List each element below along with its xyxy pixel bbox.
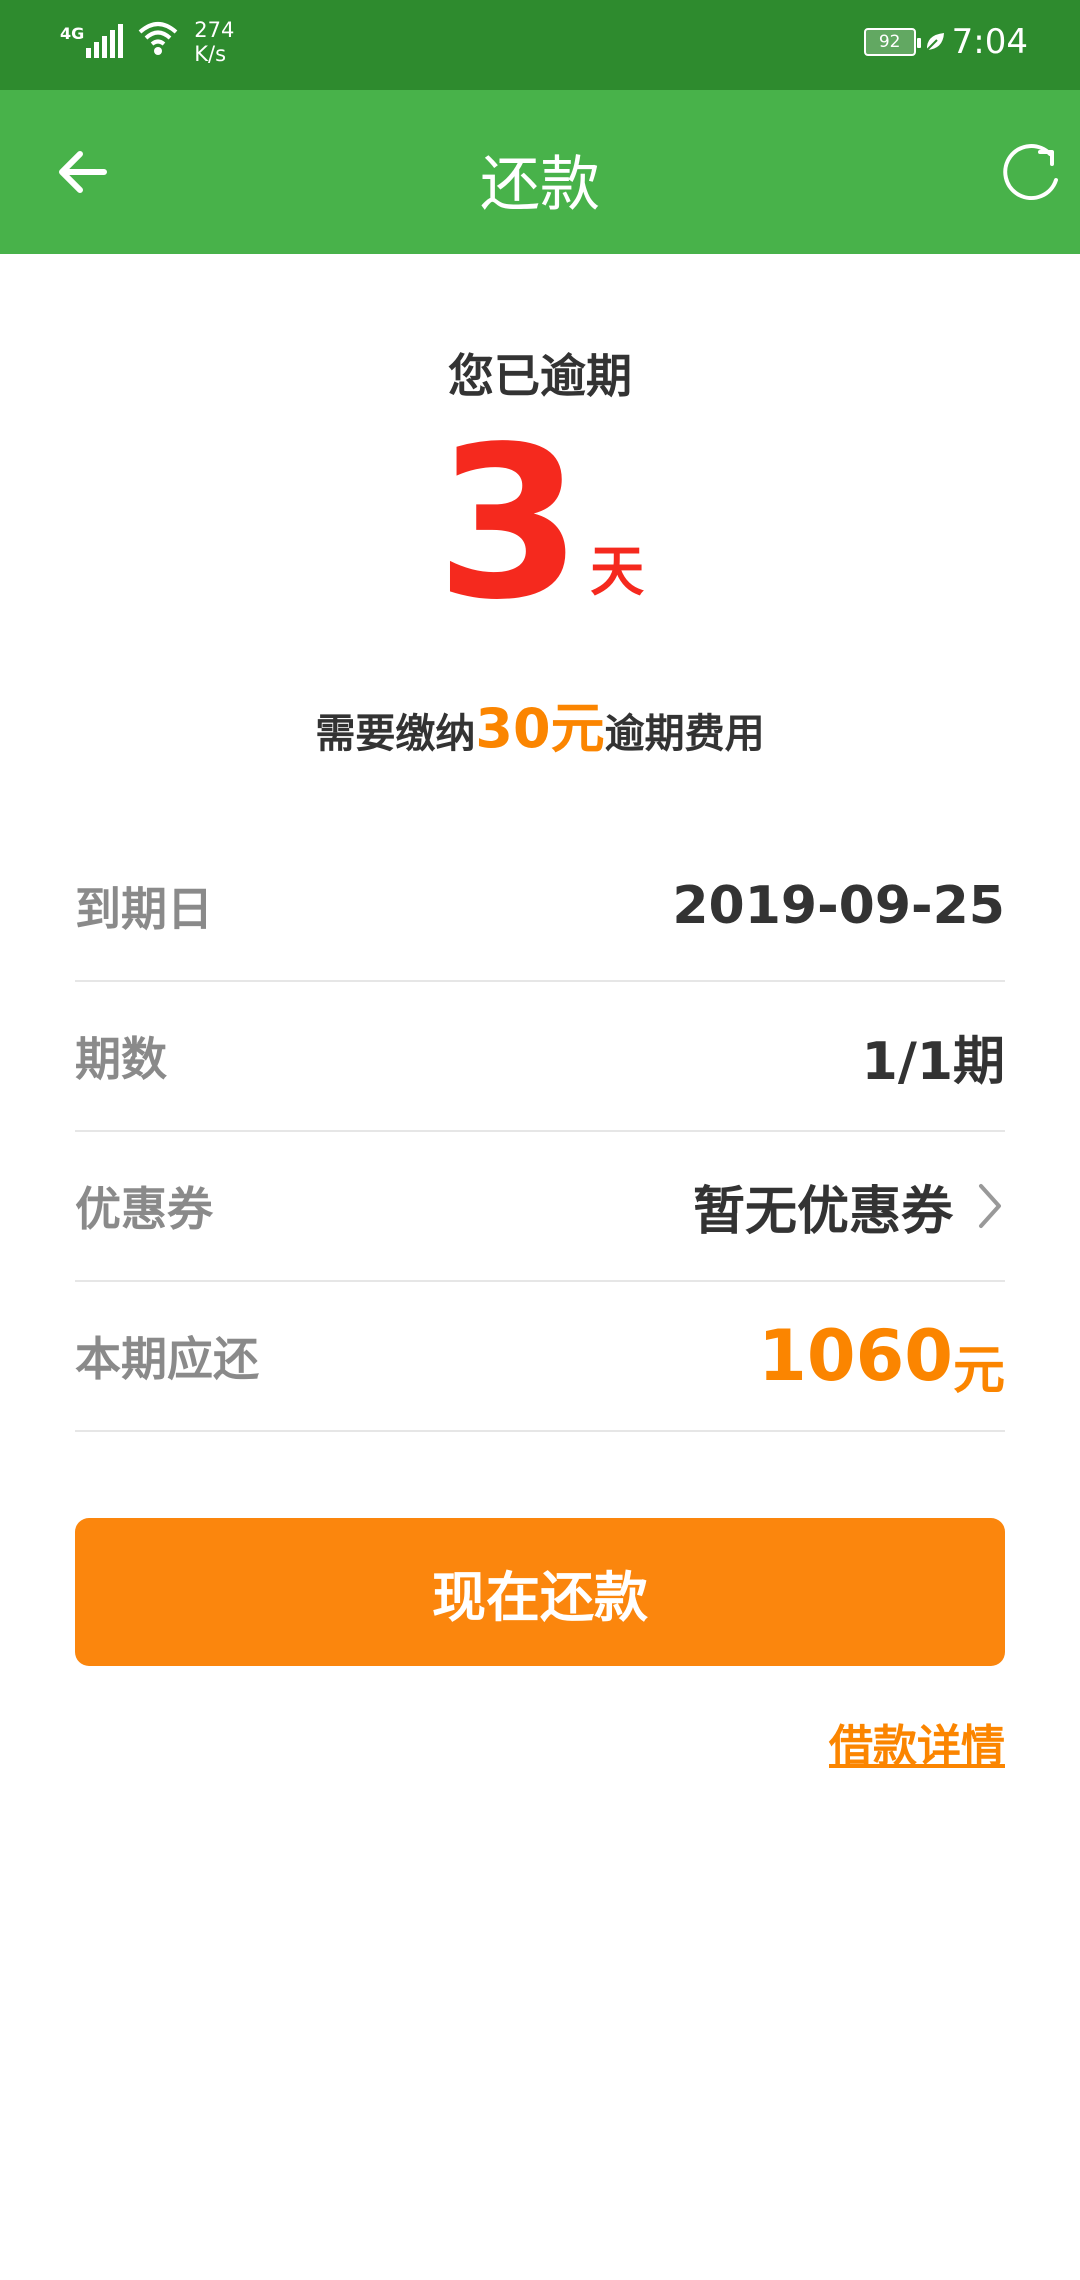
coupon-row[interactable]: 优惠券 暂无优惠券 — [75, 1132, 1005, 1282]
overdue-title: 您已逾期 — [448, 349, 632, 403]
installment-row: 期数 1/1期 — [75, 982, 1005, 1132]
overdue-days: 3 天 — [0, 401, 1080, 646]
app-bar: 还款 — [0, 90, 1080, 254]
overdue-fee-line: 需要缴纳 30元 逾期费用 — [0, 684, 1080, 763]
refresh-icon[interactable] — [1000, 140, 1064, 204]
overdue-days-number: 3 — [435, 401, 583, 646]
pay-now-button[interactable]: 现在还款 — [75, 1518, 1005, 1666]
installment-value: 1/1期 — [861, 1031, 1005, 1092]
fee-prefix: 需要缴纳 — [315, 711, 476, 757]
status-left: 4G 274 K/s — [60, 18, 234, 66]
due-date-value: 2019-09-25 — [672, 876, 1005, 936]
overdue-days-unit: 天 — [590, 540, 645, 603]
loan-details-link[interactable]: 借款详情 — [829, 1710, 1005, 1774]
status-bar: 4G 274 K/s 92 7:04 — [0, 0, 1080, 90]
fee-amount: 30元 — [475, 697, 605, 760]
amount-due-row: 本期应还 1060 元 — [75, 1282, 1005, 1432]
chevron-right-icon — [979, 1184, 1001, 1228]
speed-unit: K/s — [194, 42, 227, 66]
coupon-value: 暂无优惠券 — [692, 1181, 953, 1242]
repayment-info-list: 到期日 2019-09-25 期数 1/1期 优惠券 暂无优惠券 本期应还 10… — [75, 832, 1005, 1432]
network-type: 4G — [60, 24, 85, 43]
clock: 7:04 — [951, 22, 1028, 62]
due-date-label: 到期日 — [75, 882, 213, 936]
signal-icon — [86, 18, 126, 58]
battery-icon: 92 — [863, 28, 921, 56]
fee-suffix: 逾期费用 — [604, 711, 765, 757]
battery-level: 92 — [878, 32, 901, 52]
leaf-icon — [925, 33, 944, 51]
status-right: 92 7:04 — [863, 22, 1028, 62]
amount-due-unit: 元 — [952, 1340, 1005, 1401]
coupon-value-wrap: 暂无优惠券 — [693, 1169, 1005, 1244]
network-speed: 274 K/s — [194, 18, 234, 66]
amount-due-number: 1060 — [758, 1315, 953, 1397]
speed-value: 274 — [194, 18, 235, 42]
due-date-row: 到期日 2019-09-25 — [75, 832, 1005, 982]
page-title: 还款 — [480, 150, 600, 220]
amount-due-value: 1060 元 — [758, 1310, 1005, 1403]
installment-label: 期数 — [75, 1032, 167, 1086]
coupon-label: 优惠券 — [75, 1182, 213, 1236]
wifi-icon — [138, 22, 178, 55]
amount-due-label: 本期应还 — [75, 1332, 259, 1386]
